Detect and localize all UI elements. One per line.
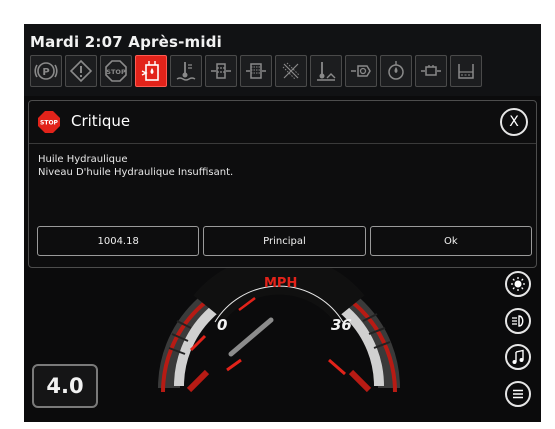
- air-filter-icon[interactable]: [275, 55, 307, 87]
- engine-oil-temp-icon[interactable]: [310, 55, 342, 87]
- battery-icon[interactable]: [415, 55, 447, 87]
- parking-brake-icon[interactable]: P: [30, 55, 62, 87]
- brightness-button[interactable]: [505, 271, 531, 297]
- gauge-min-label: 0: [217, 316, 228, 334]
- coolant-temp-icon[interactable]: [170, 55, 202, 87]
- hydraulic-filter-icon[interactable]: [240, 55, 272, 87]
- gauge-unit-label: MPH: [264, 276, 298, 291]
- critical-alert-dialog: STOP Critique X Huile Hydraulique Niveau…: [28, 100, 537, 268]
- clock-label: Mardi 2:07 Après-midi: [30, 33, 223, 51]
- gear-indicator: 4.0: [32, 364, 98, 408]
- washer-fluid-icon[interactable]: [450, 55, 482, 87]
- speedometer-gauge: [158, 268, 400, 393]
- headlight-icon: [512, 315, 524, 327]
- menu-icon: [513, 389, 523, 399]
- stop-icon[interactable]: STOP: [100, 55, 132, 87]
- fault-code-button[interactable]: 1004.18: [37, 226, 200, 256]
- alert-message-title: Huile Hydraulique: [38, 154, 128, 165]
- dialog-button-row: 1004.18 Principal Ok: [37, 226, 532, 256]
- brightness-icon: [511, 277, 525, 291]
- close-button[interactable]: X: [500, 108, 528, 136]
- menu-button[interactable]: [505, 381, 531, 407]
- status-bar: Mardi 2:07 Après-midi P STOP: [24, 24, 541, 96]
- oil-pressure-icon[interactable]: [380, 55, 412, 87]
- alert-message-detail: Niveau D'huile Hydraulique Insuffisant.: [38, 167, 234, 178]
- transmission-icon[interactable]: [345, 55, 377, 87]
- general-warning-icon[interactable]: [65, 55, 97, 87]
- warning-icon-bar: P STOP: [30, 55, 482, 89]
- svg-text:STOP: STOP: [106, 68, 126, 76]
- stop-sign-text: STOP: [40, 120, 59, 127]
- principal-button[interactable]: Principal: [203, 226, 366, 256]
- stop-sign-icon: STOP: [38, 111, 60, 133]
- music-button[interactable]: [505, 344, 531, 370]
- dialog-title: Critique: [71, 112, 131, 130]
- display-screen: Mardi 2:07 Après-midi P STOP MPH 0 36 4.…: [24, 24, 541, 422]
- dialog-header: STOP Critique X: [29, 101, 536, 144]
- headlight-button[interactable]: [505, 308, 531, 334]
- gauge-max-label: 36: [331, 316, 352, 334]
- ok-button[interactable]: Ok: [369, 226, 532, 256]
- svg-text:P: P: [42, 67, 49, 78]
- fuel-filter-icon[interactable]: [205, 55, 237, 87]
- music-icon: [512, 349, 524, 364]
- hydraulic-oil-level-icon[interactable]: [135, 55, 167, 87]
